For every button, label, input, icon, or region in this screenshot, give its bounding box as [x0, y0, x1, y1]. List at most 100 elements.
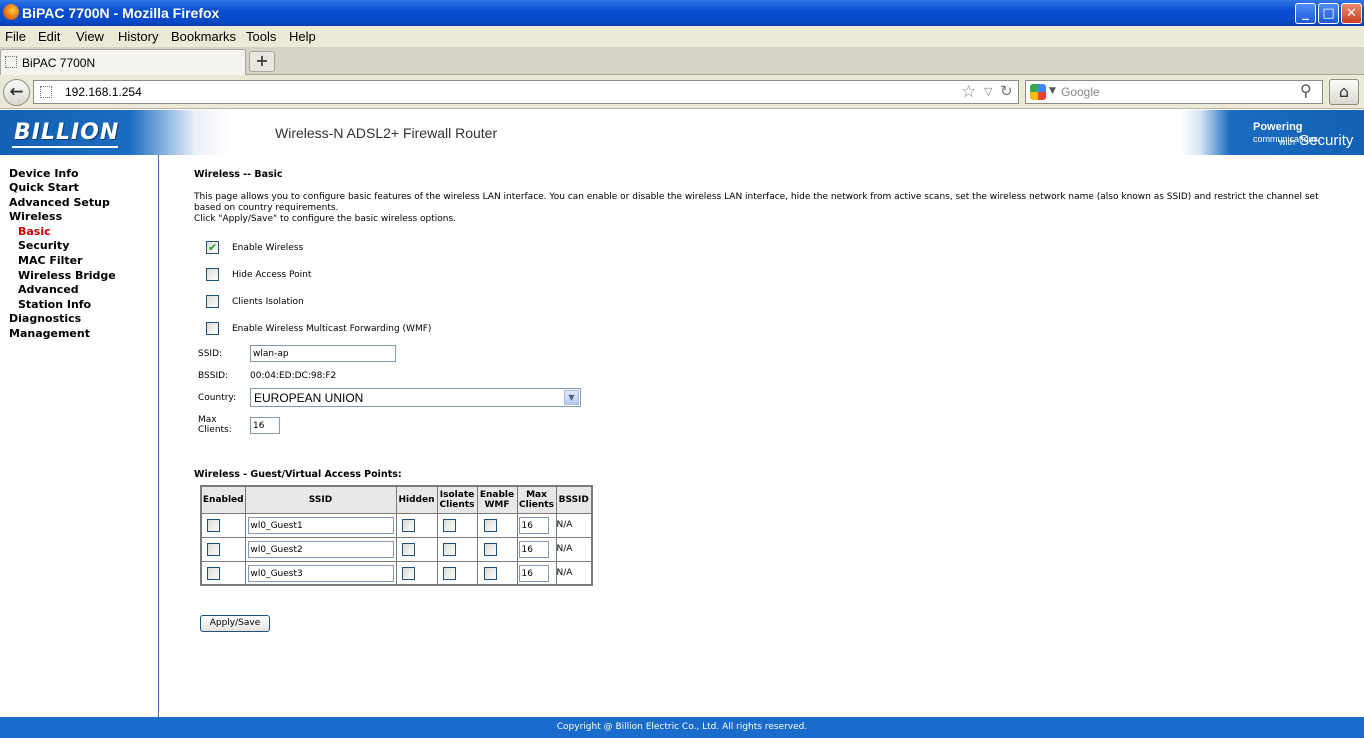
site-identity-icon[interactable]: [40, 86, 52, 98]
enable-wireless-label: Enable Wireless: [232, 243, 304, 253]
guest1-enabled-checkbox[interactable]: [207, 518, 220, 532]
menu-bookmarks[interactable]: Bookmarks: [171, 29, 236, 44]
apply-save-button[interactable]: Apply/Save: [200, 615, 270, 632]
sidebar-item-wireless[interactable]: Wireless: [9, 210, 62, 223]
sidebar-nav: Device Info Quick Start Advanced Setup W…: [0, 155, 159, 717]
chevron-down-icon[interactable]: ▼: [564, 390, 579, 405]
guest3-enabled-checkbox[interactable]: [207, 566, 220, 580]
guest-ap-table: Enabled SSID Hidden Isolate Clients Enab…: [200, 485, 593, 586]
guest3-isolate-checkbox[interactable]: [442, 566, 456, 580]
engine-dropdown-icon[interactable]: ▼: [1049, 86, 1056, 96]
ssid-label: SSID:: [198, 349, 223, 359]
menu-file[interactable]: File: [5, 29, 26, 44]
menu-history[interactable]: History: [118, 29, 158, 44]
sidebar-item-wireless-bridge[interactable]: Wireless Bridge: [18, 269, 116, 282]
url-text: 192.168.1.254: [65, 85, 142, 99]
table-row: wl0_Guest2 16 N/A: [200, 536, 593, 562]
guest2-wmf-checkbox[interactable]: [483, 542, 497, 556]
menu-help[interactable]: Help: [289, 29, 316, 44]
guest2-isolate-checkbox[interactable]: [442, 542, 456, 556]
col-ssid: SSID: [244, 485, 397, 514]
window-titlebar: BiPAC 7700N - Mozilla Firefox _ □ ✕: [0, 0, 1364, 26]
max-clients-label: Max Clients:: [198, 415, 232, 435]
sidebar-item-station-info[interactable]: Station Info: [18, 298, 91, 311]
back-button[interactable]: ←: [3, 79, 30, 106]
logo-underline: [12, 146, 118, 148]
tagline-bottom: with Security: [1279, 132, 1354, 149]
footer-copyright: Copyright @ Billion Electric Co., Ltd. A…: [0, 717, 1364, 738]
max-clients-input[interactable]: 16: [250, 417, 280, 434]
maximize-button[interactable]: □: [1318, 3, 1339, 24]
guest1-wmf-checkbox[interactable]: [483, 518, 497, 532]
guest3-ssid-input[interactable]: wl0_Guest3: [247, 564, 394, 582]
menu-tools[interactable]: Tools: [246, 29, 276, 44]
page-description: This page allows you to configure basic …: [194, 192, 1319, 224]
guest2-enabled-checkbox[interactable]: [207, 542, 220, 556]
col-hidden: Hidden: [395, 485, 438, 514]
tab-bipac[interactable]: BiPAC 7700N: [0, 49, 246, 75]
guest3-wmf-checkbox[interactable]: [483, 566, 497, 580]
table-row: wl0_Guest3 16 N/A: [200, 560, 593, 586]
billion-logo: BILLION: [14, 120, 120, 145]
sidebar-item-security[interactable]: Security: [18, 239, 69, 252]
col-max-clients: Max Clients: [516, 485, 557, 514]
window-title: BiPAC 7700N - Mozilla Firefox: [22, 5, 220, 21]
url-history-dropdown-icon[interactable]: ▽: [984, 85, 992, 98]
guest1-max-input[interactable]: 16: [518, 516, 549, 534]
close-button[interactable]: ✕: [1341, 3, 1362, 24]
menu-view[interactable]: View: [76, 29, 104, 44]
bssid-label: BSSID:: [198, 371, 229, 381]
guest3-hidden-checkbox[interactable]: [401, 566, 415, 580]
new-tab-button[interactable]: +: [249, 51, 275, 72]
sidebar-item-management[interactable]: Management: [9, 327, 90, 340]
url-bar[interactable]: 192.168.1.254 ☆ ▽ ↻: [33, 80, 1019, 104]
bssid-value: 00:04:ED:DC:98:F2: [250, 371, 337, 381]
sidebar-item-advanced[interactable]: Advanced: [18, 283, 79, 296]
firefox-logo-icon: [3, 4, 19, 20]
guest3-bssid: N/A: [555, 560, 593, 586]
router-model-title: Wireless-N ADSL2+ Firewall Router: [275, 125, 498, 141]
minimize-button[interactable]: _: [1295, 3, 1316, 24]
wmf-label: Enable Wireless Multicast Forwarding (WM…: [232, 324, 432, 334]
guest2-ssid-input[interactable]: wl0_Guest2: [247, 540, 394, 558]
table-header-row: Enabled SSID Hidden Isolate Clients Enab…: [200, 485, 593, 514]
menu-bar: File Edit View History Bookmarks Tools H…: [0, 26, 1364, 47]
guest2-bssid: N/A: [555, 536, 593, 562]
menu-edit[interactable]: Edit: [38, 29, 60, 44]
country-selected-value: EUROPEAN UNION: [254, 391, 364, 405]
col-enable-wmf: Enable WMF: [476, 485, 518, 514]
guest1-hidden-checkbox[interactable]: [401, 518, 415, 532]
guest1-isolate-checkbox[interactable]: [442, 518, 456, 532]
sidebar-item-diagnostics[interactable]: Diagnostics: [9, 312, 81, 325]
sidebar-item-quick-start[interactable]: Quick Start: [9, 181, 79, 194]
guest3-max-input[interactable]: 16: [518, 564, 549, 582]
search-magnifier-icon[interactable]: ⚲: [1300, 81, 1312, 100]
reload-icon[interactable]: ↻: [1000, 82, 1013, 100]
enable-wireless-checkbox[interactable]: [206, 241, 219, 254]
guest2-max-input[interactable]: 16: [518, 540, 549, 558]
sidebar-item-advanced-setup[interactable]: Advanced Setup: [9, 196, 110, 209]
search-placeholder: Google: [1061, 85, 1100, 99]
clients-isolation-checkbox[interactable]: [206, 295, 219, 308]
ssid-input[interactable]: wlan-ap: [250, 345, 396, 362]
home-button[interactable]: ⌂: [1329, 79, 1359, 105]
google-engine-icon[interactable]: [1030, 84, 1046, 100]
guest-ap-heading: Wireless - Guest/Virtual Access Points:: [194, 469, 402, 480]
router-banner: BILLION Wireless-N ADSL2+ Firewall Route…: [0, 110, 1364, 155]
country-select[interactable]: EUROPEAN UNION ▼: [250, 388, 581, 407]
guest2-hidden-checkbox[interactable]: [401, 542, 415, 556]
navigation-toolbar: ← 192.168.1.254 ☆ ▽ ↻ ▼ Google ⚲ ⌂: [0, 75, 1364, 109]
sidebar-item-mac-filter[interactable]: MAC Filter: [18, 254, 83, 267]
wmf-checkbox[interactable]: [206, 322, 219, 335]
sidebar-item-basic[interactable]: Basic: [18, 225, 51, 238]
hide-access-point-checkbox[interactable]: [206, 268, 219, 281]
sidebar-item-device-info[interactable]: Device Info: [9, 167, 79, 180]
col-isolate-clients: Isolate Clients: [436, 485, 478, 514]
country-label: Country:: [198, 393, 237, 403]
bookmark-star-icon[interactable]: ☆: [961, 82, 976, 102]
search-bar[interactable]: ▼ Google ⚲: [1025, 80, 1323, 104]
table-row: wl0_Guest1 16 N/A: [200, 512, 593, 538]
guest1-ssid-input[interactable]: wl0_Guest1: [247, 516, 394, 534]
page-favicon-icon: [5, 56, 17, 68]
hide-access-point-label: Hide Access Point: [232, 270, 312, 280]
